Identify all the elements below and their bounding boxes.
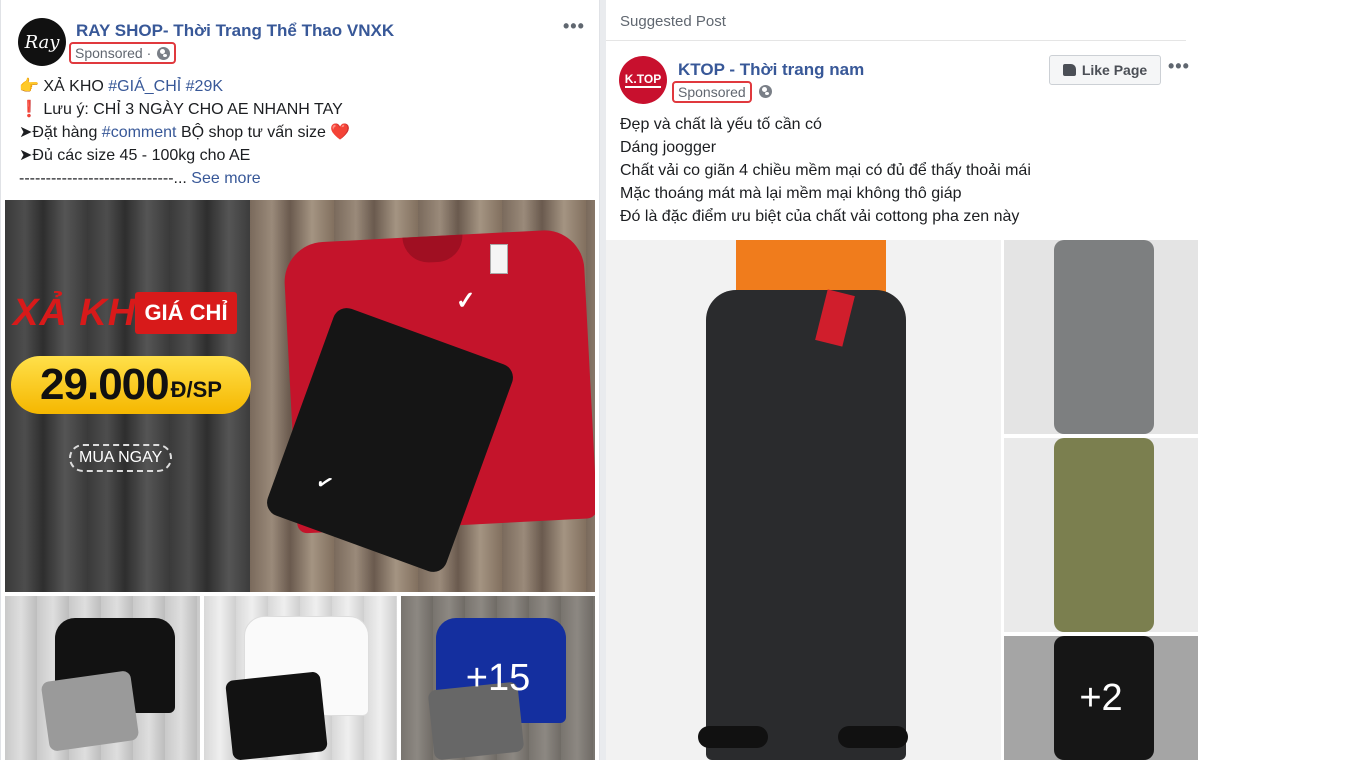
post-line: ➤Đặt hàng #comment BỘ shop tư vấn size ❤…	[19, 124, 351, 141]
main-product-image[interactable]	[606, 240, 1001, 760]
buy-now-button[interactable]: MUA NGAY	[69, 444, 173, 472]
more-photos-count[interactable]: +2	[1004, 636, 1198, 760]
avatar-logo-text: Ray	[24, 31, 60, 53]
more-options-icon[interactable]: •••	[1168, 56, 1190, 77]
main-product-image[interactable]: XẢ KHO GIÁ CHỈ 29.000 Đ/SP MUA NGAY ✓ ✓	[5, 200, 595, 592]
black-shorts-shape	[225, 671, 328, 760]
product-thumbnail[interactable]	[1004, 438, 1198, 632]
post-text: 👉 XẢ KHO #GIÁ_CHỈ #29K ❗ Lưu ý: CHỈ 3 NG…	[19, 75, 350, 190]
globe-icon	[157, 46, 171, 60]
ad-post-ray-shop: Ray RAY SHOP- Thời Trang Thể Thao VNXK S…	[0, 0, 600, 760]
hashtag-link[interactable]: #GIÁ_CHỈ #29K	[108, 78, 223, 95]
olive-pants-shape	[1054, 438, 1154, 632]
product-thumbnail[interactable]	[204, 596, 397, 760]
grey-shorts-shape	[40, 670, 140, 752]
post-text: Đẹp và chất là yếu tố cần có Dáng joogge…	[620, 113, 1031, 228]
right-shoe-shape	[838, 726, 908, 748]
post-line: Đẹp và chất là yếu tố cần có	[620, 116, 822, 133]
post-line: Chất vải co giãn 4 chiều mềm mại có đủ đ…	[620, 162, 1031, 179]
post-line: ❗ Lưu ý: CHỈ 3 NGÀY CHO AE NHANH TAY	[19, 101, 343, 118]
avatar-logo-text: K.TOP	[624, 72, 662, 88]
more-photos-count[interactable]: +15	[401, 596, 595, 760]
post-line: ➤Đủ các size 45 - 100kg cho AE	[19, 147, 251, 164]
see-more-link[interactable]: See more	[187, 170, 260, 187]
like-page-button[interactable]: Like Page	[1049, 55, 1161, 85]
price-unit: Đ/SP	[170, 377, 222, 402]
post-line: 👉 XẢ KHO #GIÁ_CHỈ #29K	[19, 78, 224, 95]
post-line: -----------------------------... See mor…	[19, 170, 261, 187]
sponsored-text: Sponsored	[678, 84, 746, 100]
product-thumbnail[interactable]	[1004, 240, 1198, 434]
product-thumbnail-more[interactable]: +2	[1004, 636, 1198, 760]
price-badge: 29.000 Đ/SP	[11, 356, 251, 414]
jogger-pants-shape	[706, 290, 906, 760]
suggested-post-header: Suggested Post	[620, 13, 726, 30]
left-shoe-shape	[698, 726, 768, 748]
sponsored-text: Sponsored ·	[75, 45, 152, 61]
page-avatar[interactable]: K.TOP	[619, 56, 667, 104]
like-page-label: Like Page	[1081, 62, 1148, 78]
page-name-link[interactable]: KTOP - Thời trang nam	[678, 60, 864, 80]
sponsored-label[interactable]: Sponsored ·	[69, 42, 177, 64]
sponsored-label[interactable]: Sponsored	[672, 81, 752, 103]
hashtag-link[interactable]: #comment	[102, 124, 177, 141]
post-line: Đó là đặc điểm ưu biệt của chất vải cott…	[620, 208, 1020, 225]
price-value: 29.000	[40, 360, 170, 409]
grey-pants-shape	[1054, 240, 1154, 434]
swoosh-logo-icon: ✓	[313, 470, 337, 497]
promo-gia-chi-badge: GIÁ CHỈ	[135, 292, 237, 334]
header-divider	[606, 40, 1186, 41]
post-line: Dáng joogger	[620, 139, 717, 156]
swoosh-logo-icon: ✓	[455, 287, 477, 316]
shirt-collar	[402, 234, 464, 264]
thumbs-up-icon	[1062, 64, 1076, 76]
price-tag-icon	[490, 244, 508, 274]
page-avatar[interactable]: Ray	[18, 18, 66, 66]
post-line: Mặc thoáng mát mà lại mềm mại không thô …	[620, 185, 962, 202]
page-name-link[interactable]: RAY SHOP- Thời Trang Thể Thao VNXK	[76, 21, 394, 41]
product-thumbnail-more[interactable]: +15	[401, 596, 595, 760]
globe-icon	[759, 85, 772, 98]
more-options-icon[interactable]: •••	[563, 16, 585, 37]
product-thumbnail[interactable]	[5, 596, 200, 760]
ad-post-ktop: Suggested Post K.TOP KTOP - Thời trang n…	[606, 0, 1206, 760]
